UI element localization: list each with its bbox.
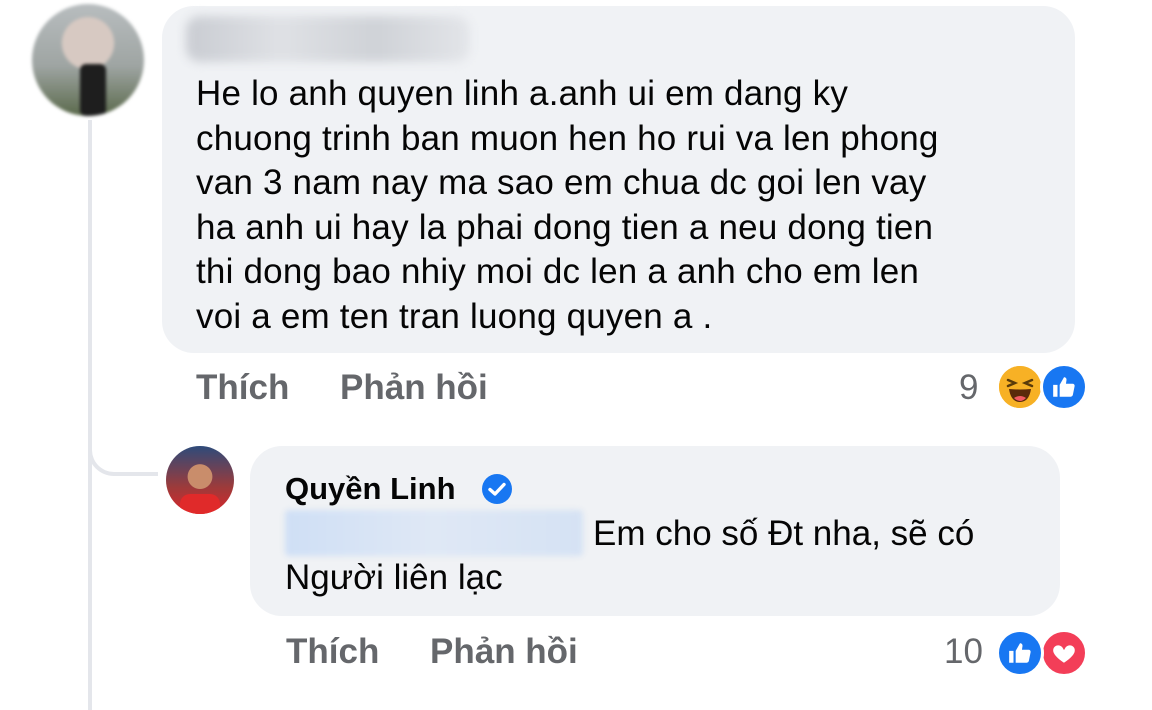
love-icon[interactable] <box>1040 629 1088 677</box>
reply-like-button[interactable]: Thích <box>286 632 379 672</box>
reply-author-avatar[interactable] <box>166 446 234 514</box>
reply-button[interactable]: Phản hồi <box>340 368 488 408</box>
reaction-count[interactable]: 9 <box>959 368 978 408</box>
verified-badge-icon <box>480 472 514 506</box>
reply-reply-button[interactable]: Phản hồi <box>430 632 578 672</box>
like-button[interactable]: Thích <box>196 368 289 408</box>
commenter-avatar[interactable] <box>32 4 144 116</box>
haha-icon[interactable] <box>996 363 1044 411</box>
reply-reaction-count[interactable]: 10 <box>944 632 983 672</box>
like-icon[interactable] <box>1040 363 1088 411</box>
like-icon[interactable] <box>996 629 1044 677</box>
reply-text-line1: Em cho số Đt nha, sẽ có <box>593 514 975 553</box>
reply-text-line2: Người liên lạc <box>285 558 503 597</box>
reply-author-name[interactable]: Quyền Linh <box>285 471 456 507</box>
thread-connector-line <box>88 120 92 710</box>
commenter-name-blurred[interactable] <box>186 16 470 62</box>
mention-tag-blurred[interactable] <box>285 510 583 556</box>
comment-text: He lo anh quyen linh a.anh ui em dang ky… <box>196 74 939 336</box>
reply-connector-curve <box>88 418 158 476</box>
